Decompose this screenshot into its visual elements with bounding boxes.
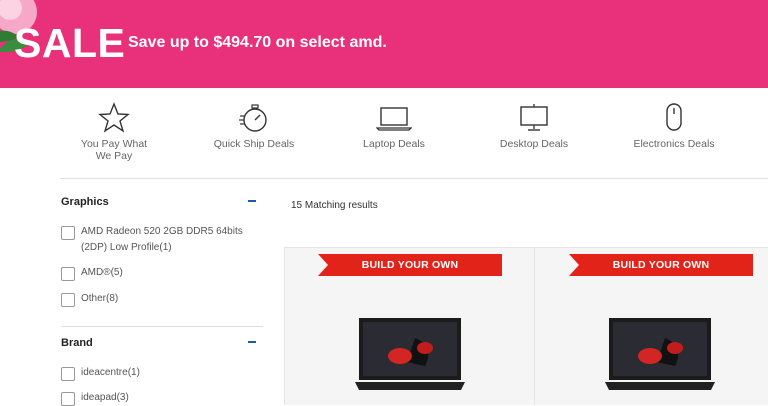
filter-option-brand[interactable]: ideacentre(1) [61, 365, 140, 381]
build-your-own-ribbon[interactable]: BUILD YOUR OWN [318, 254, 502, 276]
category-laptop[interactable]: Laptop Deals [334, 102, 454, 150]
checkbox[interactable] [61, 367, 75, 381]
filter-title-brand: Brand [61, 337, 93, 349]
category-label: You Pay What We Pay [80, 138, 148, 162]
desktop-icon [520, 104, 548, 131]
laptop-product-image[interactable] [605, 318, 715, 398]
category-quick-ship[interactable]: Quick Ship Deals [194, 102, 314, 150]
filter-option-graphics[interactable]: AMD®(5) [61, 265, 123, 281]
sale-heading: SALE [14, 20, 126, 66]
filter-option-label: AMD Radeon 520 2GB DDR5 64bits (2DP) Low… [81, 226, 243, 253]
build-your-own-ribbon[interactable]: BUILD YOUR OWN [569, 254, 753, 276]
deal-categories: You Pay What We Pay Quick Ship Deals Lap… [0, 88, 768, 178]
checkbox[interactable] [61, 267, 75, 281]
divider [61, 326, 263, 327]
filter-option-label: ideacentre(1) [81, 367, 140, 378]
results-count: 15 Matching results [291, 200, 378, 211]
checkbox[interactable] [61, 293, 75, 307]
filter-option-graphics[interactable]: Other(8) [61, 291, 118, 307]
filter-option-label: AMD®(5) [81, 267, 123, 278]
laptop-product-image[interactable] [355, 318, 465, 398]
filter-title-graphics: Graphics [61, 196, 109, 208]
laptop-icon [376, 107, 412, 131]
category-label: Desktop Deals [499, 138, 569, 150]
sale-subtitle: Save up to $494.70 on select amd. [128, 34, 387, 51]
collapse-graphics-button[interactable] [248, 200, 256, 202]
filter-option-label: Other(8) [81, 293, 119, 304]
category-electronics[interactable]: Electronics Deals [614, 102, 734, 150]
checkbox[interactable] [61, 226, 75, 240]
divider [60, 178, 768, 179]
category-label: Quick Ship Deals [213, 138, 295, 150]
collapse-brand-button[interactable] [248, 341, 256, 343]
filter-option-graphics[interactable]: AMD Radeon 520 2GB DDR5 64bits (2DP) Low… [61, 224, 261, 256]
category-desktop[interactable]: Desktop Deals [474, 102, 594, 150]
product-card[interactable]: BUILD YOUR OWN [284, 247, 536, 405]
category-label: Electronics Deals [633, 138, 715, 150]
category-you-pay-what-we-pay[interactable]: You Pay What We Pay [54, 102, 174, 162]
star-icon [98, 102, 130, 133]
product-card[interactable]: BUILD YOUR OWN [534, 247, 768, 405]
sale-banner[interactable]: SALE Save up to $494.70 on select amd. [0, 0, 768, 88]
mouse-icon [666, 103, 682, 131]
category-label: Laptop Deals [363, 138, 425, 150]
stopwatch-icon [239, 104, 267, 132]
